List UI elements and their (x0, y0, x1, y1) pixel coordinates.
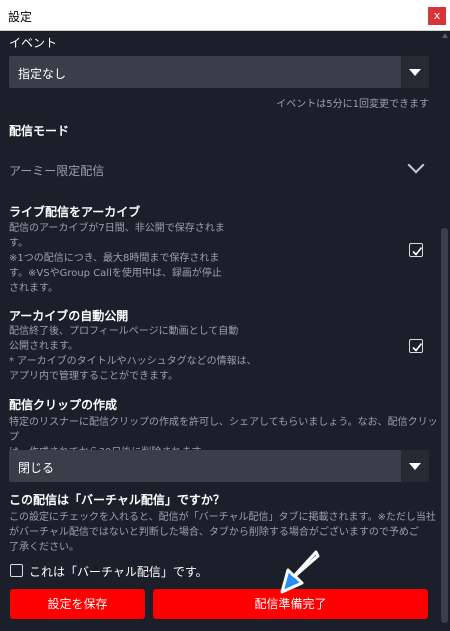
autopublish-checkbox[interactable] (409, 339, 423, 353)
autopublish-label: アーカイブの自動公開 (9, 309, 129, 323)
pointer-arrow-icon (280, 550, 320, 594)
chevron-down-icon (401, 450, 429, 482)
settings-panel: イベント 指定なし イベントは5分に1回変更できます 配信モード アーミー限定配… (0, 31, 440, 631)
check-icon (412, 343, 423, 352)
archive-desc: 配信のアーカイブが7日間、非公開で保存されま す。 ※1つの配信につき、最大8時… (9, 223, 225, 294)
close-button[interactable]: x (428, 7, 446, 25)
mode-select-value[interactable]: アーミー限定配信 (9, 162, 104, 179)
clip-select-value: 閉じる (18, 461, 55, 475)
scrollbar-thumb[interactable] (441, 228, 448, 623)
event-select[interactable]: 指定なし (9, 56, 429, 88)
scroll-up-icon[interactable] (442, 33, 448, 38)
mode-label: 配信モード (9, 124, 70, 138)
chevron-down-icon[interactable] (407, 156, 425, 174)
chevron-down-icon (401, 56, 429, 88)
event-select-value: 指定なし (18, 67, 67, 81)
window-title: 設定 (8, 10, 33, 24)
archive-label: ライブ配信をアーカイブ (9, 205, 141, 219)
event-note: イベントは5分に1回変更できます (276, 99, 429, 110)
virtual-checkbox-label[interactable]: これは「バーチャル配信」です。 (29, 563, 208, 580)
check-icon (412, 247, 423, 256)
title-bar: 設定 x (0, 0, 450, 31)
event-label: イベント (9, 36, 58, 50)
virtual-label: この配信は「バーチャル配信」ですか？ (9, 493, 225, 507)
archive-checkbox[interactable] (409, 243, 423, 257)
virtual-desc: この設定にチェックを入れると、配信が「バーチャル配信」タブに掲載されます。※ただ… (9, 512, 436, 553)
virtual-checkbox[interactable] (10, 564, 23, 577)
clip-label: 配信クリップの作成 (9, 398, 118, 412)
autopublish-desc: 配信終了後、プロフィールページに動画として自動 公開されます。 * アーカイブの… (9, 326, 257, 382)
save-settings-button[interactable]: 設定を保存 (10, 589, 145, 619)
clip-select[interactable]: 閉じる (9, 450, 429, 482)
